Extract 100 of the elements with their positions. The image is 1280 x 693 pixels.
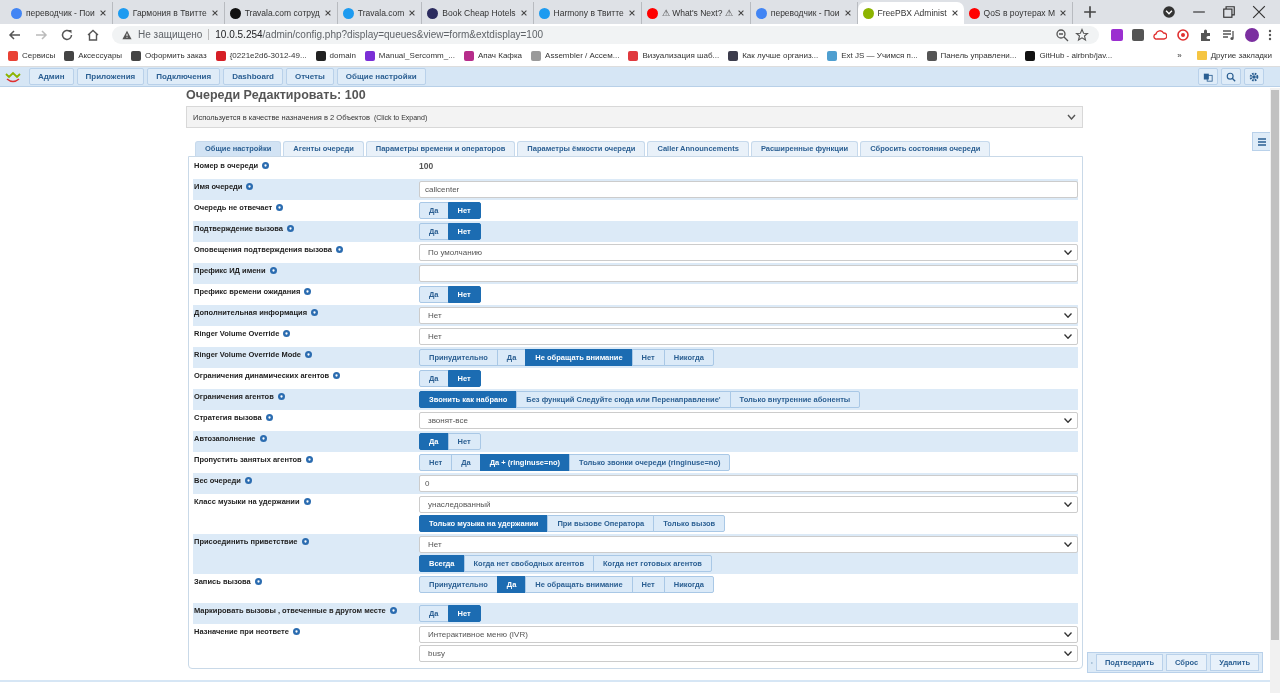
bookmark[interactable]: Как лучше организ... xyxy=(728,50,819,61)
ring-icon[interactable] xyxy=(1176,27,1190,42)
help-icon[interactable] xyxy=(292,628,300,635)
nav-menu-button[interactable]: Приложения xyxy=(76,68,145,85)
help-icon[interactable] xyxy=(246,183,254,190)
browser-tab[interactable]: ⚠ What's Next? ⚠ xyxy=(641,2,751,24)
dropdown[interactable]: звонят-все xyxy=(419,412,1078,429)
browser-tab[interactable]: FreePBX Administ xyxy=(857,2,964,24)
input-field[interactable]: callcenter xyxy=(419,181,1078,198)
help-icon[interactable] xyxy=(333,372,341,379)
help-icon[interactable] xyxy=(276,204,284,211)
tab-search-icon[interactable] xyxy=(1162,5,1176,19)
browser-tab[interactable]: переводчик - Пои xyxy=(750,2,858,24)
dropdown[interactable]: унаследованный xyxy=(419,496,1078,513)
home-icon[interactable] xyxy=(86,27,100,42)
help-icon[interactable] xyxy=(283,330,291,337)
bookmark[interactable]: Панель управлени... xyxy=(926,50,1017,61)
caret-icon xyxy=(1064,250,1072,255)
reload-icon[interactable] xyxy=(60,27,74,42)
more-icon[interactable] xyxy=(1268,27,1272,42)
help-icon[interactable] xyxy=(305,456,313,463)
tab-title: QoS в роутерах M xyxy=(983,8,1056,18)
close-icon[interactable] xyxy=(1252,5,1266,19)
dropdown[interactable]: Нет xyxy=(419,328,1078,345)
extension-icon[interactable] xyxy=(1111,28,1123,41)
browser-tab[interactable]: QoS в роутерах M xyxy=(963,2,1074,24)
search-button[interactable] xyxy=(1221,68,1241,85)
bookmark[interactable]: GitHub - airbnb/jav... xyxy=(1025,50,1113,61)
help-icon[interactable] xyxy=(277,393,285,400)
help-icon[interactable] xyxy=(244,477,252,484)
help-icon[interactable] xyxy=(389,607,397,614)
page-title: Очереди Редактировать: 100 xyxy=(186,88,367,102)
bookmark[interactable]: domain xyxy=(315,50,356,61)
dropdown[interactable]: busy xyxy=(419,645,1078,662)
help-icon[interactable] xyxy=(286,225,294,232)
help-icon[interactable] xyxy=(304,288,312,295)
bookmark[interactable]: Ext JS — Учимся п... xyxy=(827,50,918,61)
caret-icon xyxy=(1064,334,1072,339)
input-field[interactable]: 0 xyxy=(419,475,1078,492)
bookmark[interactable]: Assembler / Ассем... xyxy=(531,50,620,61)
nav-menu-button[interactable]: Админ xyxy=(29,68,74,85)
help-icon[interactable] xyxy=(265,414,273,421)
new-tab-icon[interactable] xyxy=(1083,5,1098,19)
browser-tab[interactable]: переводчик - Пои xyxy=(6,2,113,24)
browser-tab[interactable]: Harmony в Твитте xyxy=(533,2,642,24)
browser-tab[interactable]: Travala.com xyxy=(337,2,423,24)
help-icon[interactable] xyxy=(254,578,262,585)
bookmark[interactable]: Аксессуары xyxy=(64,50,123,61)
bookmark[interactable]: Оформить заказ xyxy=(131,50,207,61)
help-icon[interactable] xyxy=(262,162,270,169)
tab-title: Travala.com xyxy=(357,8,405,18)
nav-menu-button[interactable]: Общие настройки xyxy=(336,68,426,85)
caret-icon xyxy=(1064,418,1072,423)
tab-title: переводчик - Пои xyxy=(770,8,840,18)
tab-title: Гармония в Твитте xyxy=(132,8,207,18)
chevron-down-icon xyxy=(1067,114,1076,120)
help-icon[interactable] xyxy=(311,309,319,316)
tab-title: Book Cheap Hotels xyxy=(442,8,516,18)
extension-icon[interactable] xyxy=(1132,28,1144,41)
dropdown[interactable]: Интерактивное меню (IVR) xyxy=(419,626,1078,643)
help-icon[interactable] xyxy=(336,246,343,253)
bookmark-folder[interactable]: Другие закладки xyxy=(1196,51,1272,60)
bookmark[interactable]: Сервисы xyxy=(8,50,56,61)
nav-menu-button[interactable]: Dashboard xyxy=(223,68,283,85)
settings-button[interactable] xyxy=(1244,68,1264,85)
puzzle-icon[interactable] xyxy=(1199,27,1213,42)
avatar-icon[interactable] xyxy=(1245,27,1259,42)
bookmark[interactable]: Апач Кафка xyxy=(463,50,523,61)
more-bookmarks[interactable]: » xyxy=(1177,51,1182,60)
help-icon[interactable] xyxy=(259,435,267,442)
logo-icon[interactable] xyxy=(4,70,22,83)
browser-tab[interactable]: Travala.com сотруд xyxy=(224,2,338,24)
address-bar[interactable]: Не защищено 10.0.5.254/admin/config.php?display=queues&view=form&extdisplay=100 xyxy=(112,25,1099,44)
bookmark[interactable]: Визуализация шаб... xyxy=(628,50,720,61)
help-icon[interactable] xyxy=(304,351,312,358)
browser-tab[interactable]: Book Cheap Hotels xyxy=(422,2,534,24)
help-icon[interactable] xyxy=(303,498,311,505)
help-icon[interactable] xyxy=(301,538,309,545)
playlist-icon[interactable] xyxy=(1222,27,1236,42)
caret-icon xyxy=(1064,632,1072,637)
nav-menu-button[interactable]: Отчеты xyxy=(285,68,334,85)
restore-icon[interactable] xyxy=(1222,5,1236,19)
nav-menu-button[interactable]: Подключения xyxy=(147,68,221,85)
security-label: Не защищено xyxy=(138,29,203,40)
bookmark[interactable]: {0221e2d6-3012-49... xyxy=(215,50,307,61)
zoom-icon[interactable] xyxy=(1055,27,1069,42)
field-value: 100 xyxy=(419,160,435,171)
dropdown[interactable]: Нет xyxy=(419,536,1078,553)
tab-title: Travala.com сотруд xyxy=(244,8,320,18)
dropdown[interactable]: Нет xyxy=(419,307,1078,324)
back-icon[interactable] xyxy=(8,27,22,42)
input-field[interactable] xyxy=(419,265,1078,282)
cloud-icon[interactable] xyxy=(1153,27,1167,42)
language-button[interactable] xyxy=(1198,68,1218,85)
bookmark[interactable]: Manual_Sercomm_... xyxy=(364,50,455,61)
dropdown[interactable]: По умолчанию xyxy=(419,244,1078,261)
star-icon[interactable] xyxy=(1075,27,1089,42)
scrollbar-thumb[interactable] xyxy=(1271,90,1279,640)
help-icon[interactable] xyxy=(269,267,277,274)
browser-tab[interactable]: Гармония в Твитте xyxy=(112,2,225,24)
